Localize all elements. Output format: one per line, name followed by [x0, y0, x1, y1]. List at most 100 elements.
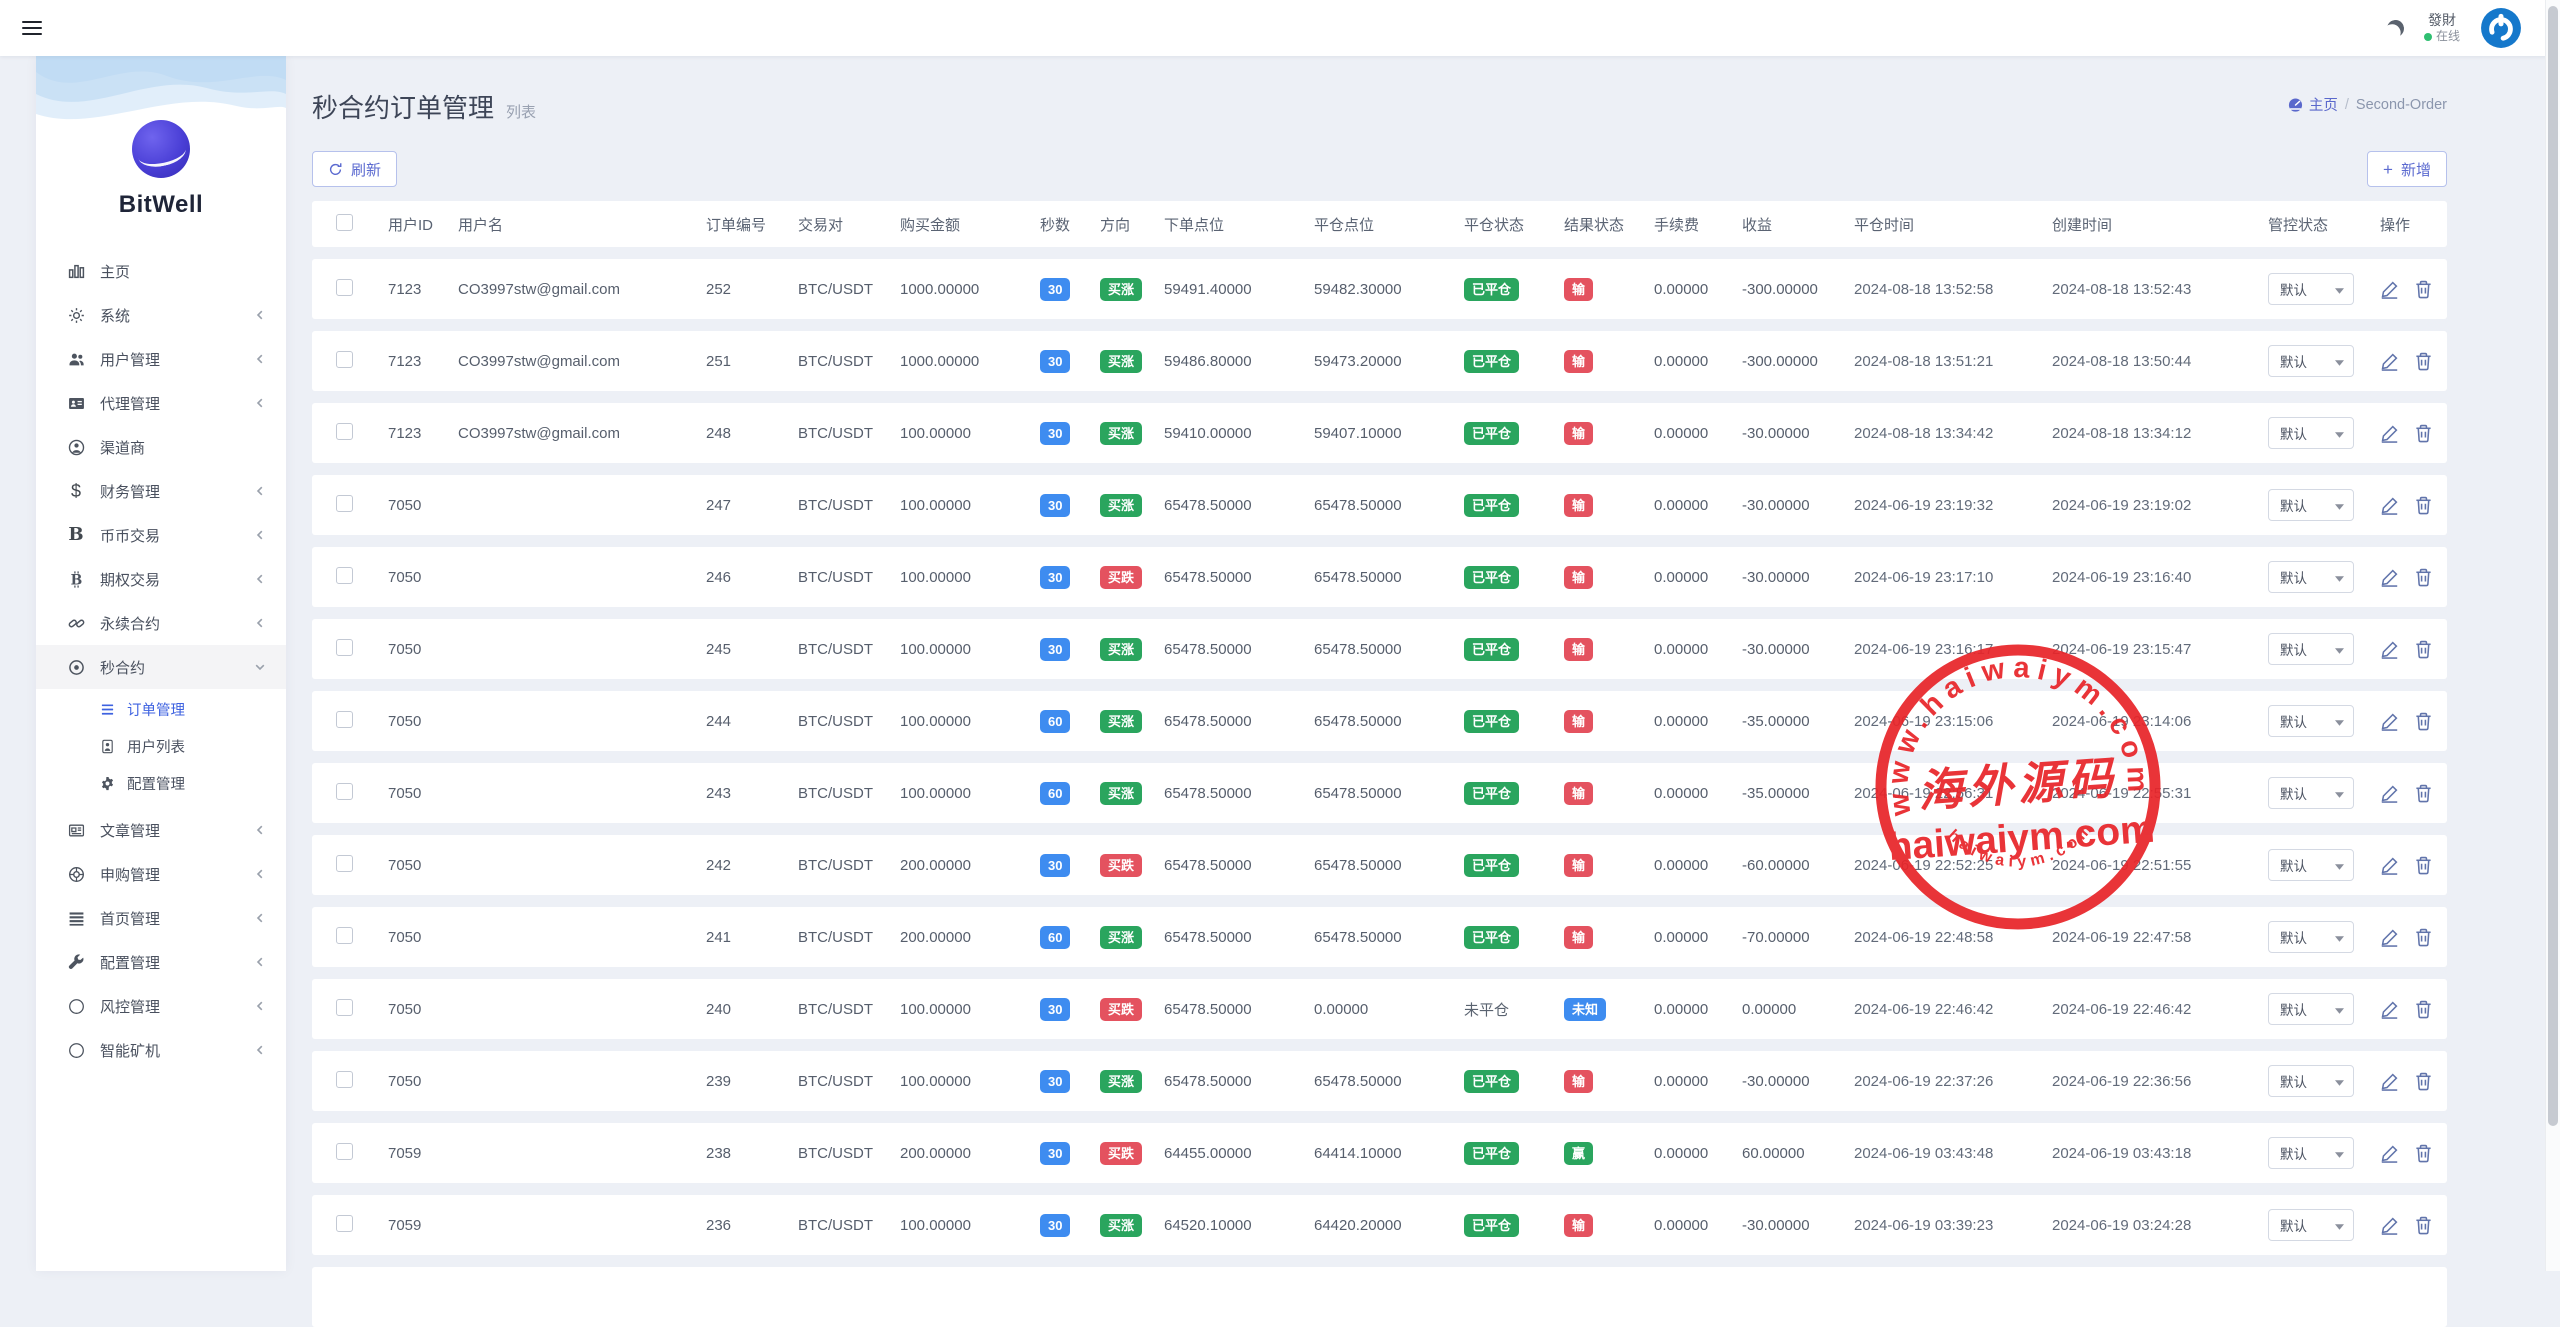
- breadcrumb-home-link[interactable]: 主页: [2288, 94, 2338, 115]
- avatar[interactable]: [2480, 7, 2522, 49]
- control-status-select[interactable]: 默认: [2268, 849, 2354, 881]
- row-checkbox[interactable]: [336, 1071, 353, 1088]
- delete-button[interactable]: [2414, 352, 2433, 371]
- cell-profit: -35.00000: [1742, 785, 1854, 802]
- edit-button[interactable]: [2380, 424, 2399, 443]
- person-badge-icon: [100, 739, 116, 754]
- cell-profit: -70.00000: [1742, 929, 1854, 946]
- delete-button[interactable]: [2414, 928, 2433, 947]
- delete-button[interactable]: [2414, 784, 2433, 803]
- edit-button[interactable]: [2380, 784, 2399, 803]
- edit-button[interactable]: [2380, 712, 2399, 731]
- sidebar-item-用户管理[interactable]: 用户管理: [36, 337, 286, 381]
- edit-button[interactable]: [2380, 280, 2399, 299]
- control-status-select[interactable]: 默认: [2268, 1137, 2354, 1169]
- delete-button[interactable]: [2414, 568, 2433, 587]
- edit-button[interactable]: [2380, 640, 2399, 659]
- direction-badge: 买涨: [1100, 422, 1142, 445]
- delete-button[interactable]: [2414, 1216, 2433, 1235]
- cell-fee: 0.00000: [1654, 1073, 1742, 1090]
- control-status-select[interactable]: 默认: [2268, 1209, 2354, 1241]
- table-row: 7050244BTC/USDT100.0000060买涨65478.500006…: [312, 691, 2447, 751]
- table-row: 7050242BTC/USDT200.0000030买跌65478.500006…: [312, 835, 2447, 895]
- control-status-select[interactable]: 默认: [2268, 273, 2354, 305]
- sidebar-subitem-配置管理[interactable]: 配置管理: [36, 765, 286, 802]
- control-status-value: 默认: [2280, 783, 2307, 803]
- row-checkbox[interactable]: [336, 999, 353, 1016]
- plus-icon: +: [2383, 161, 2393, 178]
- row-checkbox[interactable]: [336, 1143, 353, 1160]
- delete-button[interactable]: [2414, 496, 2433, 515]
- sidebar-item-系统[interactable]: 系统: [36, 293, 286, 337]
- edit-button[interactable]: [2380, 856, 2399, 875]
- sidebar-item-首页管理[interactable]: 首页管理: [36, 896, 286, 940]
- control-status-select[interactable]: 默认: [2268, 1065, 2354, 1097]
- dark-mode-toggle-icon[interactable]: [2385, 17, 2406, 38]
- control-status-select[interactable]: 默认: [2268, 345, 2354, 377]
- control-status-select[interactable]: 默认: [2268, 489, 2354, 521]
- row-checkbox[interactable]: [336, 927, 353, 944]
- cell-order-no: 238: [706, 1145, 798, 1162]
- sidebar-item-期权交易[interactable]: B期权交易: [36, 557, 286, 601]
- edit-button[interactable]: [2380, 496, 2399, 515]
- edit-button[interactable]: [2380, 1000, 2399, 1019]
- sidebar-item-永续合约[interactable]: 永续合约: [36, 601, 286, 645]
- delete-button[interactable]: [2414, 1144, 2433, 1163]
- row-checkbox[interactable]: [336, 567, 353, 584]
- row-checkbox[interactable]: [336, 639, 353, 656]
- edit-button[interactable]: [2380, 928, 2399, 947]
- delete-button[interactable]: [2414, 640, 2433, 659]
- edit-button[interactable]: [2380, 1072, 2399, 1091]
- edit-button[interactable]: [2380, 1144, 2399, 1163]
- sidebar-item-配置管理[interactable]: 配置管理: [36, 940, 286, 984]
- sidebar-item-代理管理[interactable]: 代理管理: [36, 381, 286, 425]
- sidebar-item-主页[interactable]: 主页: [36, 249, 286, 293]
- delete-button[interactable]: [2414, 424, 2433, 443]
- edit-button[interactable]: [2380, 352, 2399, 371]
- edit-button[interactable]: [2380, 1216, 2399, 1235]
- sidebar-item-申购管理[interactable]: 申购管理: [36, 852, 286, 896]
- refresh-button[interactable]: 刷新: [312, 151, 397, 187]
- control-status-select[interactable]: 默认: [2268, 633, 2354, 665]
- sidebar-item-文章管理[interactable]: 文章管理: [36, 808, 286, 852]
- delete-button[interactable]: [2414, 280, 2433, 299]
- delete-button[interactable]: [2414, 1000, 2433, 1019]
- row-checkbox[interactable]: [336, 423, 353, 440]
- cell-close-point: 0.00000: [1314, 1001, 1464, 1018]
- cell-close-time: 2024-08-18 13:51:21: [1854, 353, 2052, 370]
- seconds-badge: 60: [1040, 710, 1070, 733]
- sidebar-subitem-用户列表[interactable]: 用户列表: [36, 728, 286, 765]
- sidebar-item-智能矿机[interactable]: 智能矿机: [36, 1028, 286, 1072]
- refresh-icon: [328, 162, 343, 177]
- row-checkbox[interactable]: [336, 279, 353, 296]
- row-checkbox[interactable]: [336, 783, 353, 800]
- sidebar-item-财务管理[interactable]: $财务管理: [36, 469, 286, 513]
- scrollbar-thumb[interactable]: [2548, 6, 2558, 1126]
- add-button[interactable]: + 新增: [2367, 151, 2447, 187]
- control-status-select[interactable]: 默认: [2268, 705, 2354, 737]
- delete-button[interactable]: [2414, 1072, 2433, 1091]
- delete-button[interactable]: [2414, 712, 2433, 731]
- control-status-select[interactable]: 默认: [2268, 417, 2354, 449]
- list-thick-icon: [66, 909, 86, 927]
- control-status-select[interactable]: 默认: [2268, 561, 2354, 593]
- sidebar-item-币币交易[interactable]: B币币交易: [36, 513, 286, 557]
- sidebar-item-秒合约[interactable]: 秒合约: [36, 645, 286, 689]
- sidebar-item-渠道商[interactable]: 渠道商: [36, 425, 286, 469]
- control-status-select[interactable]: 默认: [2268, 777, 2354, 809]
- control-status-select[interactable]: 默认: [2268, 921, 2354, 953]
- row-checkbox[interactable]: [336, 351, 353, 368]
- select-all-checkbox[interactable]: [336, 214, 353, 231]
- chevron-down-icon: [254, 661, 266, 673]
- edit-button[interactable]: [2380, 568, 2399, 587]
- delete-button[interactable]: [2414, 856, 2433, 875]
- row-checkbox[interactable]: [336, 711, 353, 728]
- menu-toggle-icon[interactable]: [22, 21, 42, 35]
- page-scrollbar[interactable]: [2545, 0, 2560, 1271]
- row-checkbox[interactable]: [336, 855, 353, 872]
- control-status-select[interactable]: 默认: [2268, 993, 2354, 1025]
- row-checkbox[interactable]: [336, 1215, 353, 1232]
- sidebar-subitem-订单管理[interactable]: 订单管理: [36, 691, 286, 728]
- sidebar-item-风控管理[interactable]: 风控管理: [36, 984, 286, 1028]
- row-checkbox[interactable]: [336, 495, 353, 512]
